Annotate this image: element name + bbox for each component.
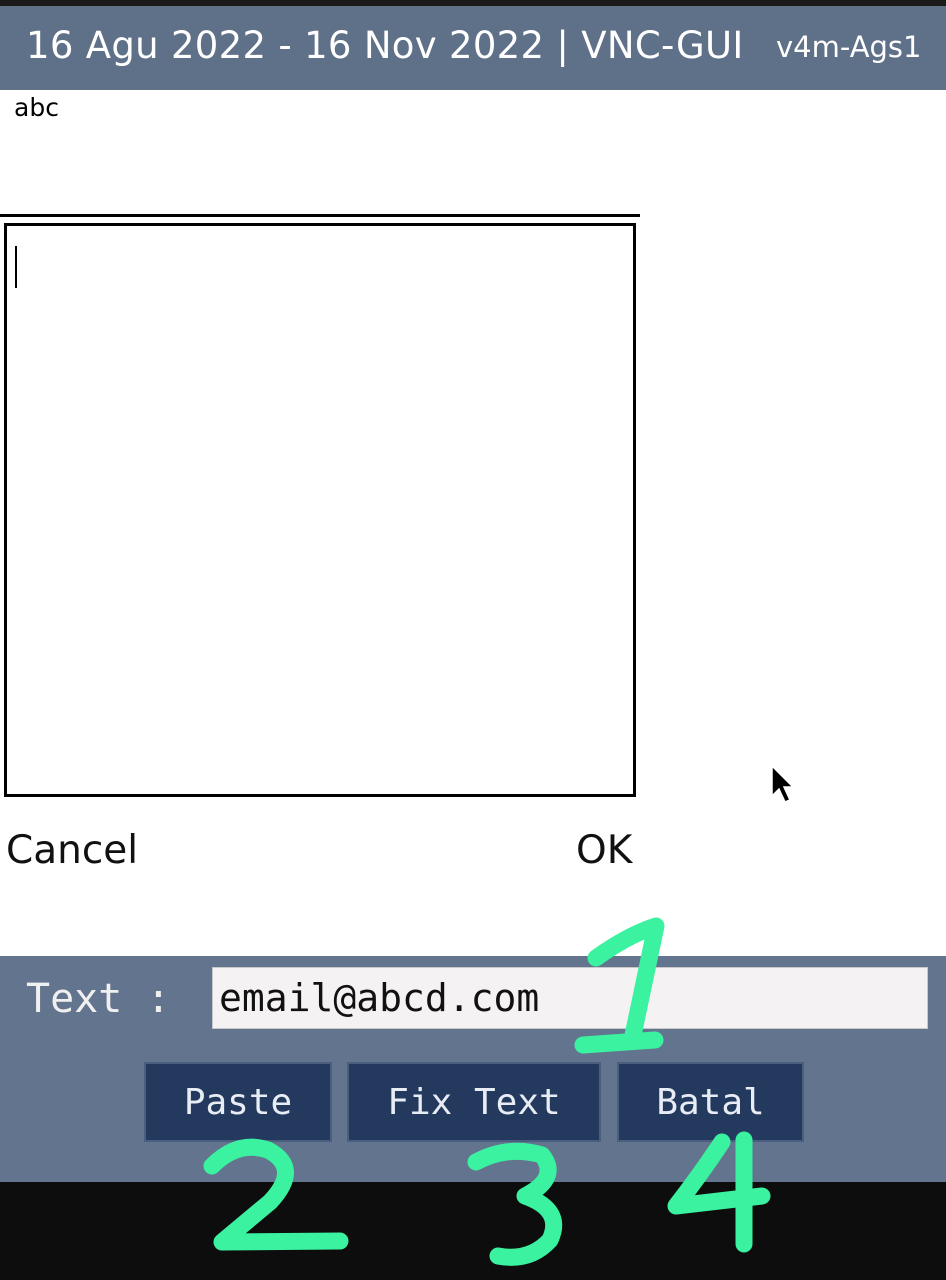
title-bar: 16 Agu 2022 - 16 Nov 2022 | VNC-GUI v4m-… [0, 0, 946, 90]
text-field-label: Text : [26, 976, 171, 1022]
dialog-content: abc Cancel OK [0, 90, 946, 956]
ok-button[interactable]: OK [576, 828, 632, 873]
window-title: 16 Agu 2022 - 16 Nov 2022 | VNC-GUI [26, 24, 744, 67]
cancel-button[interactable]: Cancel [6, 828, 138, 873]
text-area[interactable] [4, 223, 636, 797]
prompt-label: abc [14, 93, 59, 122]
batal-button[interactable]: Batal [617, 1062, 804, 1142]
fix-text-button[interactable]: Fix Text [347, 1062, 601, 1142]
input-panel: Text : email@abcd.com Paste Fix Text Bat… [0, 956, 946, 1182]
version-label: v4m-Ags1 [776, 30, 922, 64]
text-caret [15, 246, 17, 288]
mouse-pointer-icon [771, 764, 795, 803]
paste-button[interactable]: Paste [144, 1062, 332, 1142]
bottom-bar [0, 1182, 946, 1280]
divider [0, 214, 640, 217]
screen: 16 Agu 2022 - 16 Nov 2022 | VNC-GUI v4m-… [0, 0, 946, 1280]
text-input[interactable]: email@abcd.com [212, 967, 928, 1029]
